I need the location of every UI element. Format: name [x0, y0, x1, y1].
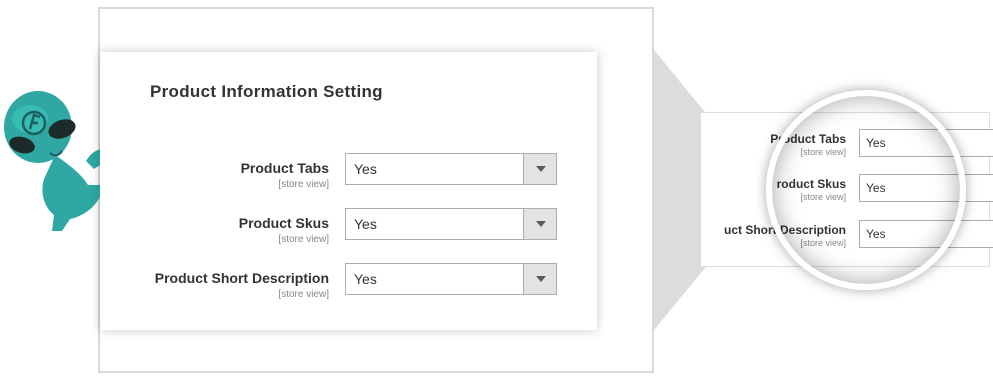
setting-label: Product Tabs	[240, 160, 329, 176]
setting-label: Product Short Description	[154, 270, 329, 286]
zoom-scope: [store view]	[800, 238, 846, 248]
product-tabs-select[interactable]: Yes	[345, 153, 557, 185]
scope-hint: [store view]	[278, 179, 329, 190]
zoom-select: Yes	[859, 129, 993, 157]
zoom-row: Product Tabs [store view] Yes	[701, 129, 993, 159]
product-short-description-select[interactable]: Yes	[345, 263, 557, 295]
setting-label: Product Skus	[238, 215, 329, 231]
zoom-value: Yes	[866, 181, 886, 195]
select-value: Yes	[354, 161, 377, 177]
zoom-scope: [store view]	[800, 192, 846, 202]
zoom-value: Yes	[866, 227, 886, 241]
zoom-label: uct Short Description	[723, 223, 846, 237]
settings-card: Product Information Setting Product Tabs…	[100, 52, 597, 330]
chevron-down-icon[interactable]	[523, 209, 556, 239]
zoom-scope: [store view]	[800, 147, 846, 157]
zoom-label: roduct Skus	[776, 177, 846, 191]
setting-row-product-short-description: Product Short Description [store view] Y…	[100, 263, 597, 310]
page-title: Product Information Setting	[150, 82, 383, 101]
zoom-select: Yes	[859, 174, 993, 202]
scope-hint: [store view]	[278, 289, 329, 300]
zoom-panel: Product Tabs [store view] Yes roduct Sku…	[700, 112, 993, 267]
chevron-down-icon[interactable]	[523, 154, 556, 184]
select-value: Yes	[354, 271, 377, 287]
select-value: Yes	[354, 216, 377, 232]
alien-mascot-icon	[4, 91, 108, 231]
chevron-down-icon[interactable]	[523, 264, 556, 294]
zoom-row: roduct Skus [store view] Yes	[701, 174, 993, 204]
product-skus-select[interactable]: Yes	[345, 208, 557, 240]
setting-row-product-skus: Product Skus [store view] Yes	[100, 208, 597, 255]
zoom-row: uct Short Description [store view] Yes	[701, 220, 993, 250]
zoom-value: Yes	[866, 136, 886, 150]
scope-hint: [store view]	[278, 234, 329, 245]
zoom-select: Yes	[859, 220, 993, 248]
setting-row-product-tabs: Product Tabs [store view] Yes	[100, 153, 597, 200]
zoom-label: Product Tabs	[770, 132, 846, 146]
